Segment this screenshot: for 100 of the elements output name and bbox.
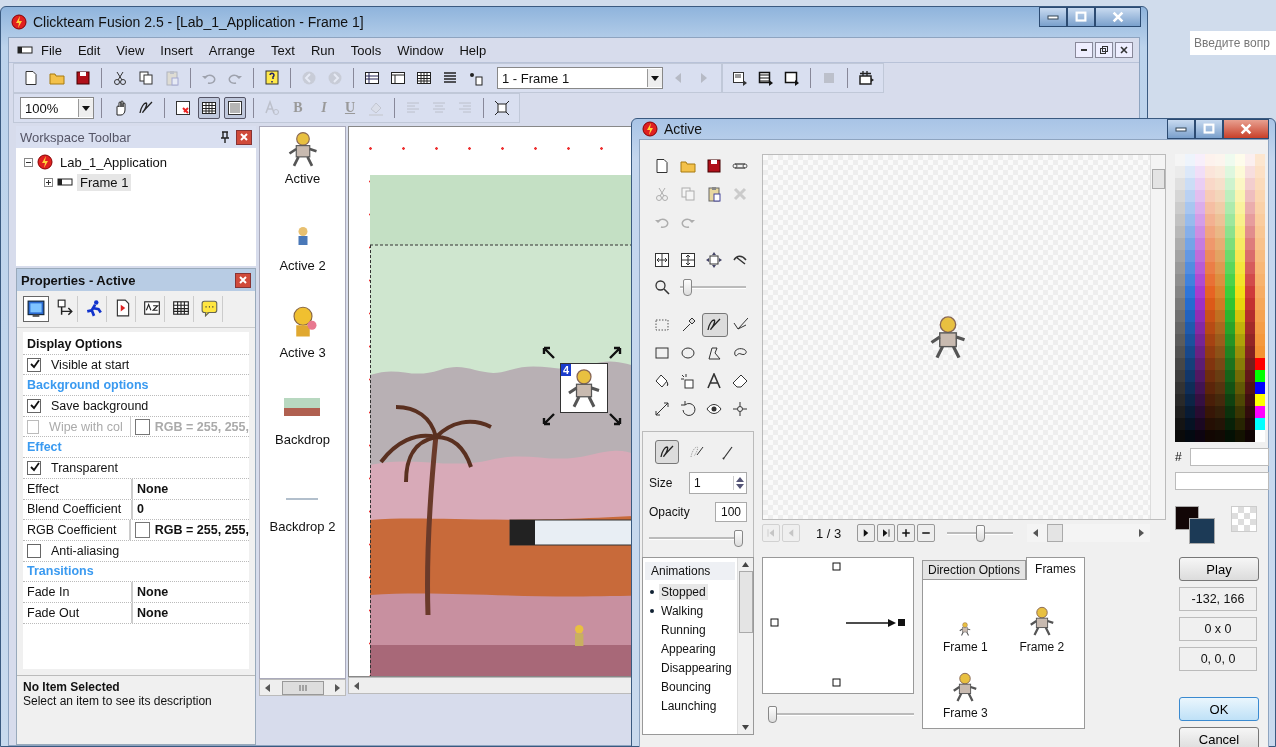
dropdown-arrow-icon[interactable] [82,105,90,111]
frame-dropdown[interactable]: 1 - Frame 1 [497,67,663,89]
vertical-scrollbar[interactable] [737,558,753,734]
size-field[interactable]: 1 [689,472,747,494]
checkbox[interactable] [27,398,41,413]
color-name-field[interactable] [1175,472,1269,490]
transparent-swatch[interactable] [1231,506,1257,532]
expand-toggle-icon[interactable] [24,157,33,167]
background-color-swatch[interactable] [1189,518,1215,544]
minimize-button[interactable] [1167,119,1195,139]
frame-label[interactable]: Frame 3 [942,706,988,720]
menu-item[interactable]: File [33,42,70,58]
maximize-button[interactable] [1195,119,1223,139]
scroll-thumb[interactable] [738,571,753,633]
scroll-thumb[interactable] [1152,169,1165,189]
object-label[interactable]: Active 2 [279,258,326,273]
horizontal-scrollbar[interactable] [259,679,346,696]
animation-item[interactable]: Appearing [659,640,718,657]
remove-frame-icon[interactable] [917,524,936,542]
scroll-up-icon[interactable] [742,562,749,567]
pen-mode-icon[interactable] [655,440,679,464]
object-label[interactable]: Active 3 [279,345,326,360]
color-swatch[interactable] [134,522,150,539]
minimize-button[interactable] [1039,7,1067,27]
object-label[interactable]: Backdrop [275,432,330,447]
close-button[interactable] [235,272,251,288]
add-frame-icon[interactable] [897,524,916,542]
menu-item[interactable]: Edit [69,42,109,58]
object-label[interactable]: Active [284,171,321,186]
scroll-thumb[interactable] [281,680,324,695]
checkbox[interactable] [27,543,41,558]
property-value[interactable]: RGB = 255, 255, [154,523,249,538]
menu-item[interactable]: Text [263,42,303,58]
pin-icon[interactable] [220,131,230,143]
opacity-field[interactable]: 100 [715,502,747,522]
tree-item[interactable]: Frame 1 [77,173,132,191]
spinner-arrows-icon[interactable] [736,476,744,490]
maximize-button[interactable] [1067,7,1095,27]
horizontal-scrollbar[interactable] [1027,524,1150,542]
scroll-thumb[interactable] [1047,524,1064,542]
property-value[interactable]: None [137,481,169,496]
animation-item[interactable]: Walking [659,602,706,619]
close-button[interactable] [236,129,252,145]
color-swatch[interactable] [134,418,150,435]
tree-item[interactable]: Lab_1_Application [57,153,170,171]
menu-item[interactable]: View [108,42,153,58]
menu-item[interactable]: Insert [152,42,201,58]
zoom-dropdown[interactable]: 100% [20,97,94,119]
direction-selector-drawing[interactable] [762,557,914,694]
dropdown-arrow-icon[interactable] [651,75,659,81]
close-button[interactable] [1223,119,1269,139]
animation-item[interactable]: Launching [659,697,719,714]
animation-item[interactable]: Disappearing [659,659,734,676]
comment-icon[interactable] [198,296,223,322]
scroll-down-icon[interactable] [742,725,749,730]
property-value[interactable]: None [137,585,169,600]
selection-handles[interactable] [542,346,622,426]
checkbox[interactable] [27,460,41,475]
restore-button[interactable] [1095,42,1113,58]
checkbox[interactable] [27,357,41,372]
expand-toggle-icon[interactable] [44,177,53,187]
animation-item[interactable]: Running [659,621,708,638]
menu-item[interactable]: Run [302,42,343,58]
slider-thumb[interactable] [768,706,777,723]
animation-item[interactable]: Bouncing [659,678,714,695]
frame-label[interactable]: Frame 1 [942,640,988,654]
slider-thumb[interactable] [682,278,692,296]
display-icon[interactable] [23,296,49,322]
frame-label[interactable]: Frame 2 [1019,640,1065,654]
hex-field[interactable] [1189,448,1269,466]
property-value[interactable]: None [137,605,169,620]
minimize-button[interactable] [1075,42,1093,58]
scroll-right-icon[interactable] [334,683,340,692]
scroll-left-icon[interactable] [1033,529,1040,537]
pen-icon[interactable] [702,313,728,337]
frame-thumbnail-icon[interactable] [958,622,973,636]
tab[interactable]: Direction Options [922,560,1027,579]
close-button[interactable] [1115,42,1133,58]
fine-grid-icon[interactable] [224,97,246,119]
color-palette-drawing[interactable] [1175,154,1265,442]
close-button[interactable] [1095,7,1141,27]
menu-item[interactable]: Window [389,42,452,58]
scroll-left-icon[interactable] [354,681,360,690]
selected-sprite[interactable]: 4 [560,363,608,413]
play-button[interactable]: Play [1179,557,1259,581]
last-frame-icon[interactable] [877,524,896,542]
menu-item[interactable]: Arrange [200,42,264,58]
animation-item[interactable]: Stopped [659,583,708,600]
object-label[interactable]: Backdrop 2 [269,519,336,534]
cancel-button[interactable]: Cancel [1179,727,1259,747]
ok-button[interactable]: OK [1179,697,1259,721]
menu-item[interactable]: Tools [342,42,390,58]
tab[interactable]: Frames [1026,557,1085,580]
next-frame-icon[interactable] [857,524,876,542]
scroll-left-icon[interactable] [265,683,271,692]
vertical-scrollbar[interactable] [1150,155,1165,519]
menu-item[interactable]: Help [451,42,495,58]
slider-thumb[interactable] [975,524,985,542]
slider-thumb[interactable] [734,530,743,547]
property-value[interactable]: 0 [137,502,144,517]
